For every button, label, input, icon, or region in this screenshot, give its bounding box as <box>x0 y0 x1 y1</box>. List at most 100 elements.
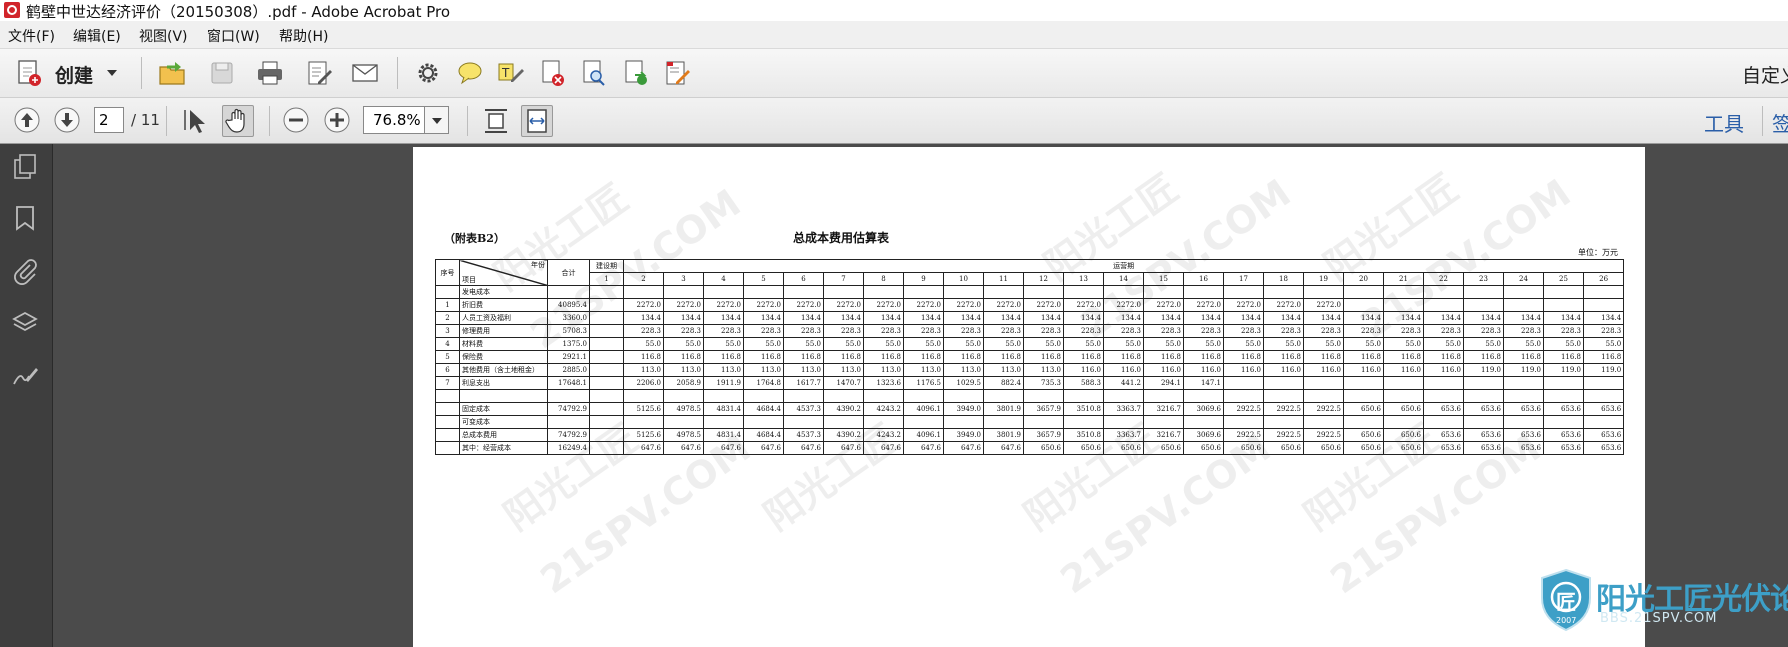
row-value: 2272.0 <box>703 298 744 312</box>
row-value: 55.0 <box>1223 337 1264 351</box>
header-year-26: 26 <box>1582 272 1625 286</box>
row-value <box>863 285 904 299</box>
layers-icon[interactable] <box>10 308 40 338</box>
row-value: 55.0 <box>1263 337 1304 351</box>
row-seq <box>435 389 460 403</box>
menu-help[interactable]: 帮助(H) <box>279 26 328 46</box>
open-folder-icon[interactable] <box>157 58 187 88</box>
menu-file[interactable]: 文件(F) <box>8 26 55 46</box>
row-value: 1323.6 <box>863 376 904 390</box>
row-value: 55.0 <box>1582 337 1625 351</box>
toolbar-divider <box>166 106 167 136</box>
row-item: 可变成本 <box>459 415 548 429</box>
row-value <box>1463 298 1504 312</box>
attachments-icon[interactable] <box>10 256 40 286</box>
row-value: 650.6 <box>1183 441 1224 455</box>
edit-document-icon[interactable] <box>304 58 334 88</box>
document-view[interactable]: 阳光工匠 21SPV.COM 阳光工匠 21SPV.COM 阳光工匠 21SPV… <box>53 144 1788 647</box>
zoom-in-icon[interactable] <box>322 105 352 135</box>
email-icon[interactable] <box>350 58 380 88</box>
row-value: 228.3 <box>943 324 984 338</box>
row-value <box>823 415 864 429</box>
row-value <box>1103 415 1144 429</box>
next-page-icon[interactable] <box>52 105 82 135</box>
row-value: 5125.6 <box>623 428 664 442</box>
row-value: 116.8 <box>1383 350 1424 364</box>
menu-edit[interactable]: 编辑(E) <box>73 26 121 46</box>
row-value <box>1343 376 1384 390</box>
previous-page-icon[interactable] <box>12 105 42 135</box>
sign-document-icon[interactable] <box>662 58 692 88</box>
row-value: 116.8 <box>1263 350 1304 364</box>
row-value: 228.3 <box>703 324 744 338</box>
row-value: 650.6 <box>1223 441 1264 455</box>
select-cursor-icon[interactable] <box>182 106 212 136</box>
header-seq: 序号 <box>435 259 460 286</box>
row-value: 4096.1 <box>903 428 944 442</box>
bookmarks-icon[interactable] <box>10 204 40 234</box>
row-value: 3069.6 <box>1183 402 1224 416</box>
search-page-icon[interactable] <box>579 58 609 88</box>
table-row: 6 其他费用（含土地租金） 2885.0 113.0 113.0 113.0 113.0 11… <box>435 363 1625 377</box>
tools-pane-link[interactable]: 工具 <box>1704 108 1744 137</box>
export-page-icon[interactable] <box>621 58 651 88</box>
row-value: 647.6 <box>743 441 784 455</box>
signatures-icon[interactable] <box>10 360 40 390</box>
delete-page-icon[interactable] <box>538 58 568 88</box>
print-icon[interactable] <box>255 58 285 88</box>
fit-width-icon[interactable] <box>521 105 553 137</box>
header-item-year: 年份 项目 <box>459 259 548 286</box>
toolbar-divider <box>269 106 270 136</box>
save-icon[interactable] <box>207 58 237 88</box>
row-value <box>903 285 944 299</box>
highlight-text-icon[interactable]: T <box>496 58 526 88</box>
row-value <box>1383 415 1424 429</box>
row-value: 2922.5 <box>1223 402 1264 416</box>
fit-page-icon[interactable] <box>481 106 511 136</box>
row-value <box>1543 285 1584 299</box>
menu-window[interactable]: 窗口(W) <box>207 26 260 46</box>
row-value: 653.6 <box>1423 441 1464 455</box>
row-value <box>1423 389 1464 403</box>
row-item: 发电成本 <box>459 285 548 299</box>
row-value: 116.8 <box>1463 350 1504 364</box>
page-thumbnails-icon[interactable] <box>10 152 40 182</box>
row-value <box>983 285 1024 299</box>
row-value: 134.4 <box>903 311 944 325</box>
zoom-dropdown-button[interactable] <box>425 106 449 134</box>
row-value <box>1063 415 1104 429</box>
row-value: 116.8 <box>863 350 904 364</box>
row-value <box>1423 285 1464 299</box>
sign-pane-link[interactable]: 签 <box>1772 108 1788 137</box>
row-value <box>983 415 1024 429</box>
header-year-19: 19 <box>1303 272 1344 286</box>
row-total: 74792.9 <box>547 402 590 416</box>
row-value <box>1303 285 1344 299</box>
gear-icon[interactable] <box>413 58 443 88</box>
row-value <box>1463 285 1504 299</box>
row-value <box>1183 285 1224 299</box>
row-value <box>1063 389 1104 403</box>
zoom-level-input[interactable]: 76.8% <box>363 106 425 134</box>
create-button[interactable]: 创建 <box>10 55 122 91</box>
row-value: 113.0 <box>783 363 824 377</box>
menu-view[interactable]: 视图(V) <box>139 26 188 46</box>
comment-icon[interactable] <box>455 58 485 88</box>
hand-tool-icon[interactable] <box>222 105 254 137</box>
row-total: 40895.4 <box>547 298 590 312</box>
row-value <box>703 415 744 429</box>
row-value: 2922.5 <box>1303 402 1344 416</box>
row-value: 116.8 <box>1503 350 1544 364</box>
row-value: 647.6 <box>663 441 704 455</box>
row-value <box>1582 376 1625 390</box>
zoom-out-icon[interactable] <box>281 105 311 135</box>
row-value: 650.6 <box>1343 402 1384 416</box>
row-value: 55.0 <box>1303 337 1344 351</box>
header-year-7: 7 <box>823 272 864 286</box>
row-value: 228.3 <box>1063 324 1104 338</box>
customize-label[interactable]: 自定义 <box>1742 61 1788 88</box>
page-number-input[interactable]: 2 <box>94 107 124 133</box>
row-value: 119.0 <box>1463 363 1504 377</box>
table-title: 总成本费用估算表 <box>793 231 890 245</box>
row-value: 116.8 <box>1423 350 1464 364</box>
